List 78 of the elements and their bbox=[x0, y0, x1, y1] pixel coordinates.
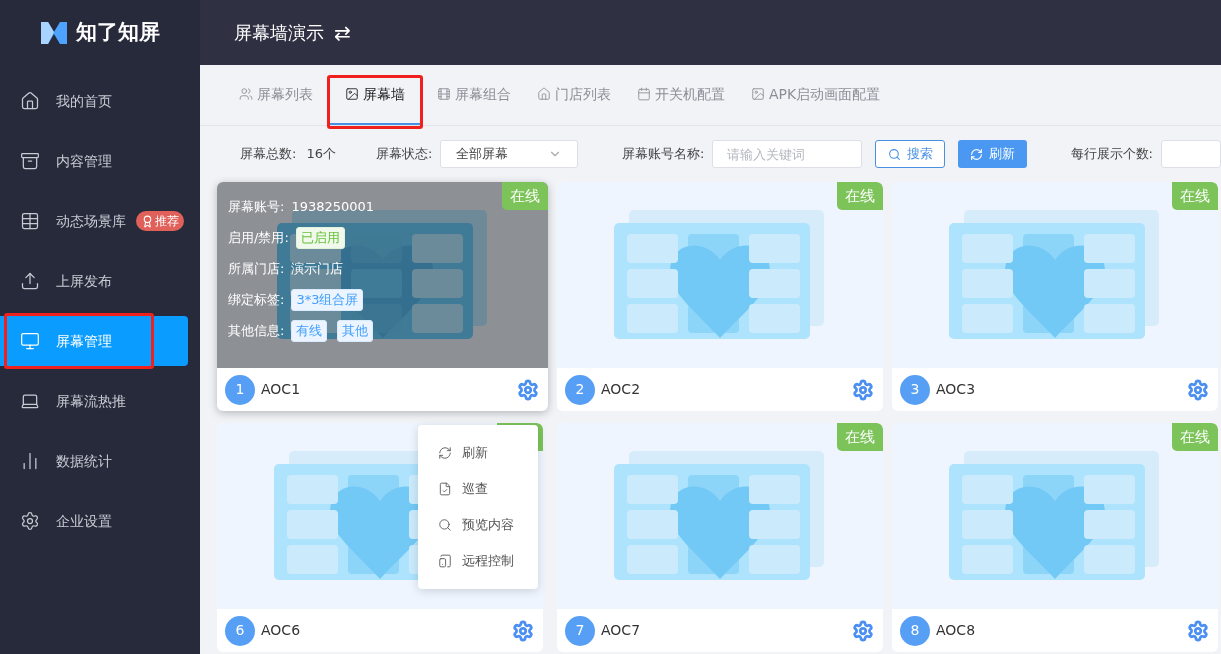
online-badge: 在线 bbox=[837, 423, 883, 451]
nav-item[interactable]: 数据统计 bbox=[0, 436, 188, 486]
total-label: 屏幕总数: bbox=[240, 145, 297, 164]
screen-card[interactable]: 在线 7 AOC7 bbox=[557, 423, 883, 652]
file-check-icon bbox=[438, 482, 452, 496]
nav-item[interactable]: 屏幕流热推 bbox=[0, 376, 188, 426]
monitor-icon bbox=[20, 331, 40, 351]
screen-name: AOC6 bbox=[261, 621, 301, 640]
tablet-icon bbox=[438, 554, 452, 568]
detail-value: 1938250001 bbox=[291, 198, 375, 217]
search-icon bbox=[887, 147, 901, 161]
info-tag: 其他 bbox=[337, 320, 374, 342]
nav-item[interactable]: 上屏发布 bbox=[0, 256, 188, 306]
info-tag: 有线 bbox=[291, 320, 328, 342]
refresh-icon bbox=[438, 446, 452, 460]
logo-icon bbox=[40, 19, 68, 46]
screen-card[interactable]: 在线 8 AOC8 bbox=[892, 423, 1218, 652]
table-icon bbox=[20, 211, 40, 231]
film-icon bbox=[437, 87, 451, 101]
gear-icon bbox=[1187, 378, 1209, 401]
nav-item[interactable]: 内容管理 bbox=[0, 136, 188, 186]
settings-button[interactable] bbox=[1186, 618, 1210, 643]
online-badge: 在线 bbox=[502, 182, 548, 210]
search-icon bbox=[438, 518, 452, 532]
menu-item[interactable]: 预览内容 bbox=[418, 507, 538, 543]
account-label: 屏幕账号名称: bbox=[622, 145, 705, 164]
gear-icon bbox=[1187, 619, 1209, 642]
screen-name: AOC7 bbox=[601, 621, 641, 640]
detail-label: 屏幕账号: bbox=[228, 198, 285, 217]
tab[interactable]: 屏幕墙 bbox=[327, 65, 423, 125]
status-select[interactable]: 全部屏幕 bbox=[440, 140, 579, 168]
online-badge: 在线 bbox=[1172, 423, 1218, 451]
refresh-icon bbox=[969, 147, 983, 161]
nav-item[interactable]: 我的首页 bbox=[0, 76, 188, 126]
status-tag: 已启用 bbox=[295, 227, 345, 249]
house-icon bbox=[537, 87, 551, 101]
account-input[interactable]: 请输入关键词 bbox=[712, 140, 863, 168]
settings-button[interactable] bbox=[516, 377, 540, 402]
award-icon bbox=[141, 214, 154, 228]
nav-item[interactable]: 企业设置 bbox=[0, 496, 188, 546]
info-tag: 3*3组合屏 bbox=[291, 289, 364, 311]
total-value: 16个 bbox=[306, 145, 336, 164]
screen-card[interactable]: 在线 2 AOC2 bbox=[557, 182, 883, 411]
gear-icon bbox=[852, 378, 874, 401]
image-icon bbox=[751, 87, 765, 101]
upload-icon bbox=[20, 271, 40, 291]
settings-button[interactable] bbox=[851, 618, 875, 643]
per-row-label: 每行展示个数: bbox=[1070, 145, 1153, 164]
settings-icon bbox=[20, 511, 40, 531]
menu-item[interactable]: 远程控制 bbox=[418, 543, 538, 579]
tray-icon bbox=[20, 151, 40, 171]
logo-text: 知了知屏 bbox=[76, 18, 160, 46]
calendar-icon bbox=[637, 87, 651, 101]
detail-value: 演示门店 bbox=[291, 260, 344, 279]
house-icon bbox=[20, 91, 40, 111]
gear-icon bbox=[517, 378, 539, 401]
menu-item[interactable]: 巡查 bbox=[418, 471, 538, 507]
online-badge: 在线 bbox=[837, 182, 883, 210]
gear-icon bbox=[852, 619, 874, 642]
screen-name: AOC8 bbox=[936, 621, 976, 640]
online-badge: 在线 bbox=[1172, 182, 1218, 210]
page-title: 屏幕墙演示 bbox=[234, 21, 324, 45]
detail-label: 启用/禁用: bbox=[228, 229, 289, 248]
settings-button[interactable] bbox=[851, 377, 875, 402]
screen-name: AOC3 bbox=[936, 380, 976, 399]
user-list-icon bbox=[239, 87, 253, 101]
nav-item[interactable]: 动态场景库 推荐 bbox=[0, 196, 188, 246]
screen-card[interactable]: 在线 3 AOC3 bbox=[892, 182, 1218, 411]
switch-button[interactable]: ⇄ bbox=[334, 17, 351, 48]
image-icon bbox=[345, 87, 359, 101]
gear-icon bbox=[512, 619, 534, 642]
recommend-badge: 推荐 bbox=[136, 211, 184, 231]
screen-name: AOC1 bbox=[261, 380, 301, 399]
settings-button[interactable] bbox=[511, 618, 535, 643]
screen-name: AOC2 bbox=[601, 380, 641, 399]
status-label: 屏幕状态: bbox=[375, 145, 433, 164]
settings-button[interactable] bbox=[1186, 377, 1210, 402]
menu-item[interactable]: 刷新 bbox=[418, 435, 538, 471]
